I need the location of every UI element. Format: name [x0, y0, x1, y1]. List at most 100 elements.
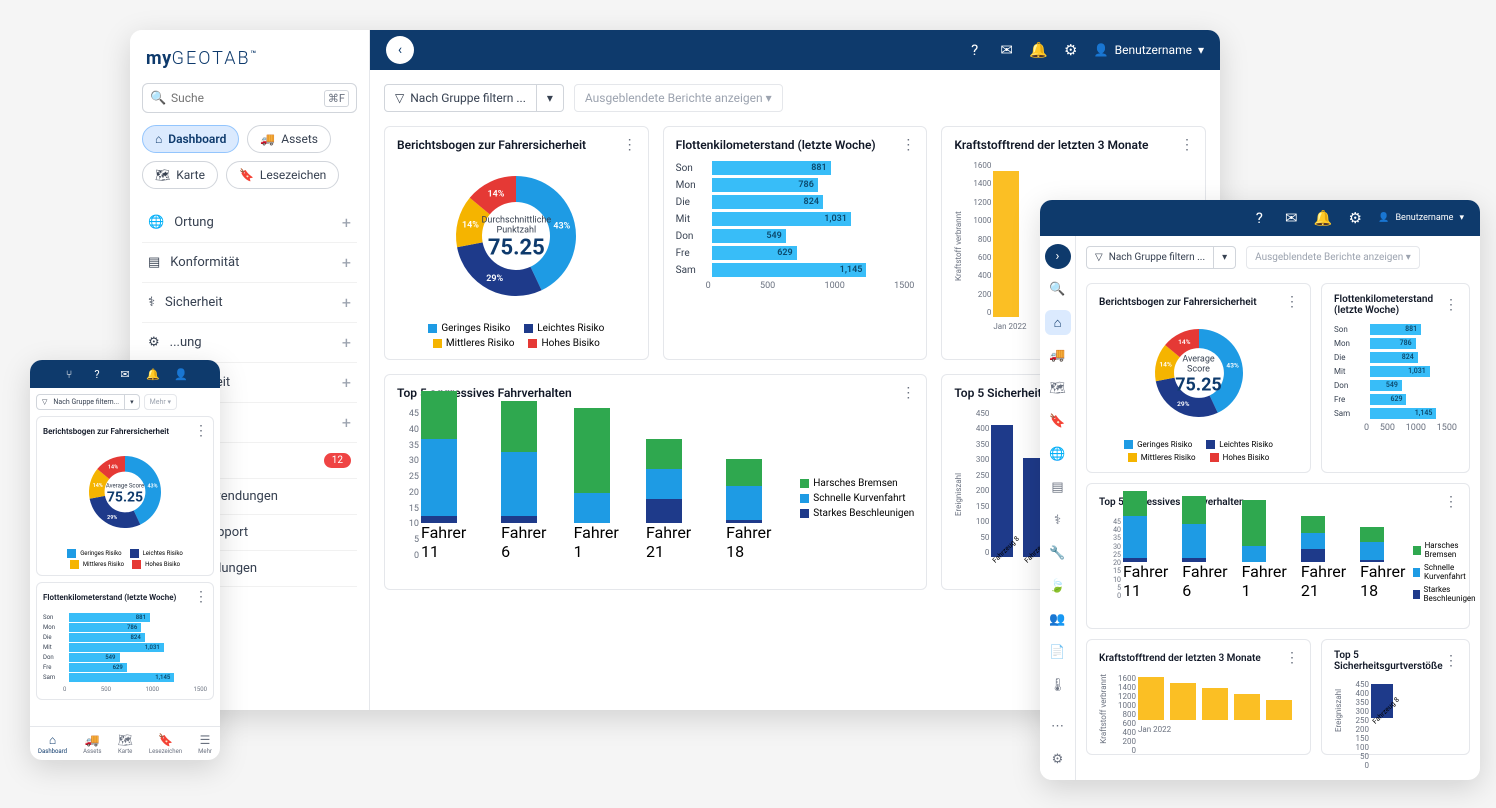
card-menu-icon[interactable]: ⋮ — [1180, 137, 1193, 153]
bar-row: Die824 — [43, 633, 207, 642]
svg-text:43%: 43% — [147, 484, 157, 490]
gear-icon[interactable]: ⚙ — [1346, 209, 1364, 227]
tab-karte[interactable]: 🗺Karte — [118, 733, 133, 755]
tab-assets[interactable]: 🚚Assets — [83, 733, 101, 755]
nav-item[interactable]: 🌐Ortung+ — [142, 203, 357, 243]
topbar: ⑂ ? ✉ 🔔 👤 — [30, 360, 220, 388]
map-icon[interactable]: 🗺 — [1045, 376, 1071, 401]
nav-item[interactable]: ⚕Sicherheit+ — [142, 283, 357, 323]
nav-item[interactable]: ⚙...ung+ — [142, 323, 357, 363]
search-box: 🔍 ⌘F — [142, 83, 357, 113]
bar-row: Mit1,031 — [1334, 366, 1457, 377]
assets-icon[interactable]: 🚚 — [1045, 343, 1071, 368]
search-icon: 🔍 — [150, 91, 166, 106]
phone-window: ⑂ ? ✉ 🔔 👤 ▽ Nach Gruppe filtern...▾ Mehr… — [30, 360, 220, 760]
mail-icon[interactable]: ✉ — [1282, 209, 1300, 227]
card-menu-icon[interactable]: ⋮ — [901, 137, 914, 153]
safety-icon[interactable]: ⚕ — [1045, 508, 1071, 533]
bar-row: Mon786 — [43, 623, 207, 632]
group-icon[interactable]: 👥 — [1045, 607, 1071, 632]
hidden-reports-toggle[interactable]: Ausgeblendete Berichte anzeigen ▾ — [574, 84, 783, 112]
svg-text:14%: 14% — [93, 483, 103, 489]
hidden-reports-toggle[interactable]: Ausgeblendete Berichte anzeigen ▾ — [1246, 246, 1420, 269]
leaf-icon[interactable]: 🍃 — [1045, 574, 1071, 599]
group-filter[interactable]: ▽ Nach Gruppe filtern...▾ — [36, 394, 140, 410]
bar-row: Die824 — [1334, 352, 1457, 363]
user-menu[interactable]: 👤Benutzername ▾ — [1378, 213, 1464, 223]
report-icon[interactable]: 📄 — [1045, 640, 1071, 665]
group-filter[interactable]: ▽Nach Gruppe filtern ... ▾ — [384, 84, 564, 112]
svg-text:29%: 29% — [1177, 400, 1190, 408]
card-fleet-km: Flottenkilometerstand (letzte Woche) ⋮ So… — [663, 126, 928, 360]
gear-icon[interactable]: ⚙ — [1062, 41, 1080, 59]
nav-item[interactable]: ▤Konformität+ — [142, 243, 357, 283]
pill-lesezeichen[interactable]: 🔖Lesezeichen — [226, 161, 339, 189]
help-icon[interactable]: ? — [1250, 209, 1268, 227]
more-icon[interactable]: ⋯ — [1045, 714, 1071, 739]
pill-assets[interactable]: 🚚Assets — [247, 125, 331, 153]
bell-icon[interactable]: 🔔 — [144, 365, 162, 383]
tab-mehr[interactable]: ☰Mehr — [198, 733, 212, 755]
svg-text:29%: 29% — [487, 274, 504, 284]
card-title: Flottenkilometerstand (letzte Woche) — [676, 138, 876, 152]
mail-icon[interactable]: ✉ — [116, 365, 134, 383]
hierarchy-icon[interactable]: ⑂ — [60, 365, 78, 383]
bar-row: Mit1,031 — [676, 212, 915, 226]
user-icon[interactable]: 👤 — [172, 365, 190, 383]
phone-tabbar: ⌂Dashboard 🚚Assets 🗺Karte 🔖Lesezeichen ☰Mehr — [30, 726, 220, 760]
card-title: Kraftstofftrend der letzten 3 Monate — [954, 138, 1148, 152]
user-icon: 👤 — [1094, 43, 1109, 57]
bar-row: Son881 — [43, 613, 207, 622]
svg-text:43%: 43% — [1226, 362, 1239, 370]
help-icon[interactable]: ? — [88, 365, 106, 383]
card-driver-safety: Berichtsbogen zur Fahrersicherheit⋮ 43%2… — [384, 126, 649, 360]
bar-row: Sam1,145 — [676, 263, 915, 277]
topbar: ? ✉ 🔔 ⚙ 👤Benutzername ▾ — [1040, 200, 1480, 236]
card-menu-icon[interactable]: ⋮ — [623, 137, 636, 153]
mail-icon[interactable]: ✉ — [998, 41, 1016, 59]
svg-text:14%: 14% — [1159, 361, 1172, 369]
globe-icon[interactable]: 🌐 — [1045, 442, 1071, 467]
bar-row: Fre629 — [43, 663, 207, 672]
expand-sidebar-button[interactable]: › — [1045, 244, 1071, 269]
home-icon[interactable]: ⌂ — [1045, 310, 1071, 335]
bar-row: Mon786 — [676, 178, 915, 192]
filter-dropdown-toggle: ▾ — [536, 85, 563, 111]
bar-row: Don549 — [676, 229, 915, 243]
temp-icon[interactable]: 🌡 — [1045, 673, 1071, 698]
more-toggle[interactable]: Mehr ▾ — [144, 394, 177, 410]
pill-icon: 🚚 — [260, 132, 275, 146]
bar-row: Mit1,031 — [43, 643, 207, 652]
filter-icon: ▽ — [395, 91, 404, 105]
logo: myGEOTAB™ — [142, 40, 357, 83]
tab-lesezeichen[interactable]: 🔖Lesezeichen — [149, 733, 182, 755]
svg-text:14%: 14% — [488, 189, 505, 199]
pill-dashboard[interactable]: ⌂Dashboard — [142, 125, 239, 153]
compliance-icon[interactable]: ▤ — [1045, 475, 1071, 500]
toolbar: ▽Nach Gruppe filtern ... ▾ Ausgeblendete… — [384, 84, 1206, 112]
card-menu-icon[interactable]: ⋮ — [901, 385, 914, 401]
tablet-window: ? ✉ 🔔 ⚙ 👤Benutzername ▾ › 🔍 ⌂ 🚚 🗺 🔖 🌐 ▤ … — [1040, 200, 1480, 780]
svg-text:29%: 29% — [107, 515, 117, 521]
gear-icon[interactable]: ⚙ — [1045, 747, 1071, 772]
svg-text:14%: 14% — [462, 220, 479, 230]
bell-icon[interactable]: 🔔 — [1314, 209, 1332, 227]
wrench-icon[interactable]: 🔧 — [1045, 541, 1071, 566]
topbar: ‹ ? ✉ 🔔 ⚙ 👤 Benutzername ▾ — [370, 30, 1220, 70]
svg-text:43%: 43% — [554, 222, 571, 232]
bell-icon[interactable]: 🔔 — [1030, 41, 1048, 59]
search-icon[interactable]: 🔍 — [1045, 277, 1071, 302]
bar-row: Fre629 — [676, 246, 915, 260]
pill-karte[interactable]: 🗺Karte — [142, 161, 218, 189]
help-icon[interactable]: ? — [966, 41, 984, 59]
user-menu[interactable]: 👤 Benutzername ▾ — [1094, 43, 1204, 57]
pill-icon: 🔖 — [239, 168, 254, 182]
group-filter[interactable]: ▽ Nach Gruppe filtern ...▾ — [1086, 246, 1236, 269]
mini-sidebar: › 🔍 ⌂ 🚚 🗺 🔖 🌐 ▤ ⚕ 🔧 🍃 👥 📄 🌡 ⋯ ⚙ — [1040, 236, 1076, 780]
bar-row: Son881 — [676, 161, 915, 175]
collapse-sidebar-button[interactable]: ‹ — [386, 36, 414, 64]
pill-icon: ⌂ — [155, 132, 162, 146]
bookmark-icon[interactable]: 🔖 — [1045, 409, 1071, 434]
bar-row: Don549 — [43, 653, 207, 662]
tab-dashboard[interactable]: ⌂Dashboard — [38, 733, 67, 755]
